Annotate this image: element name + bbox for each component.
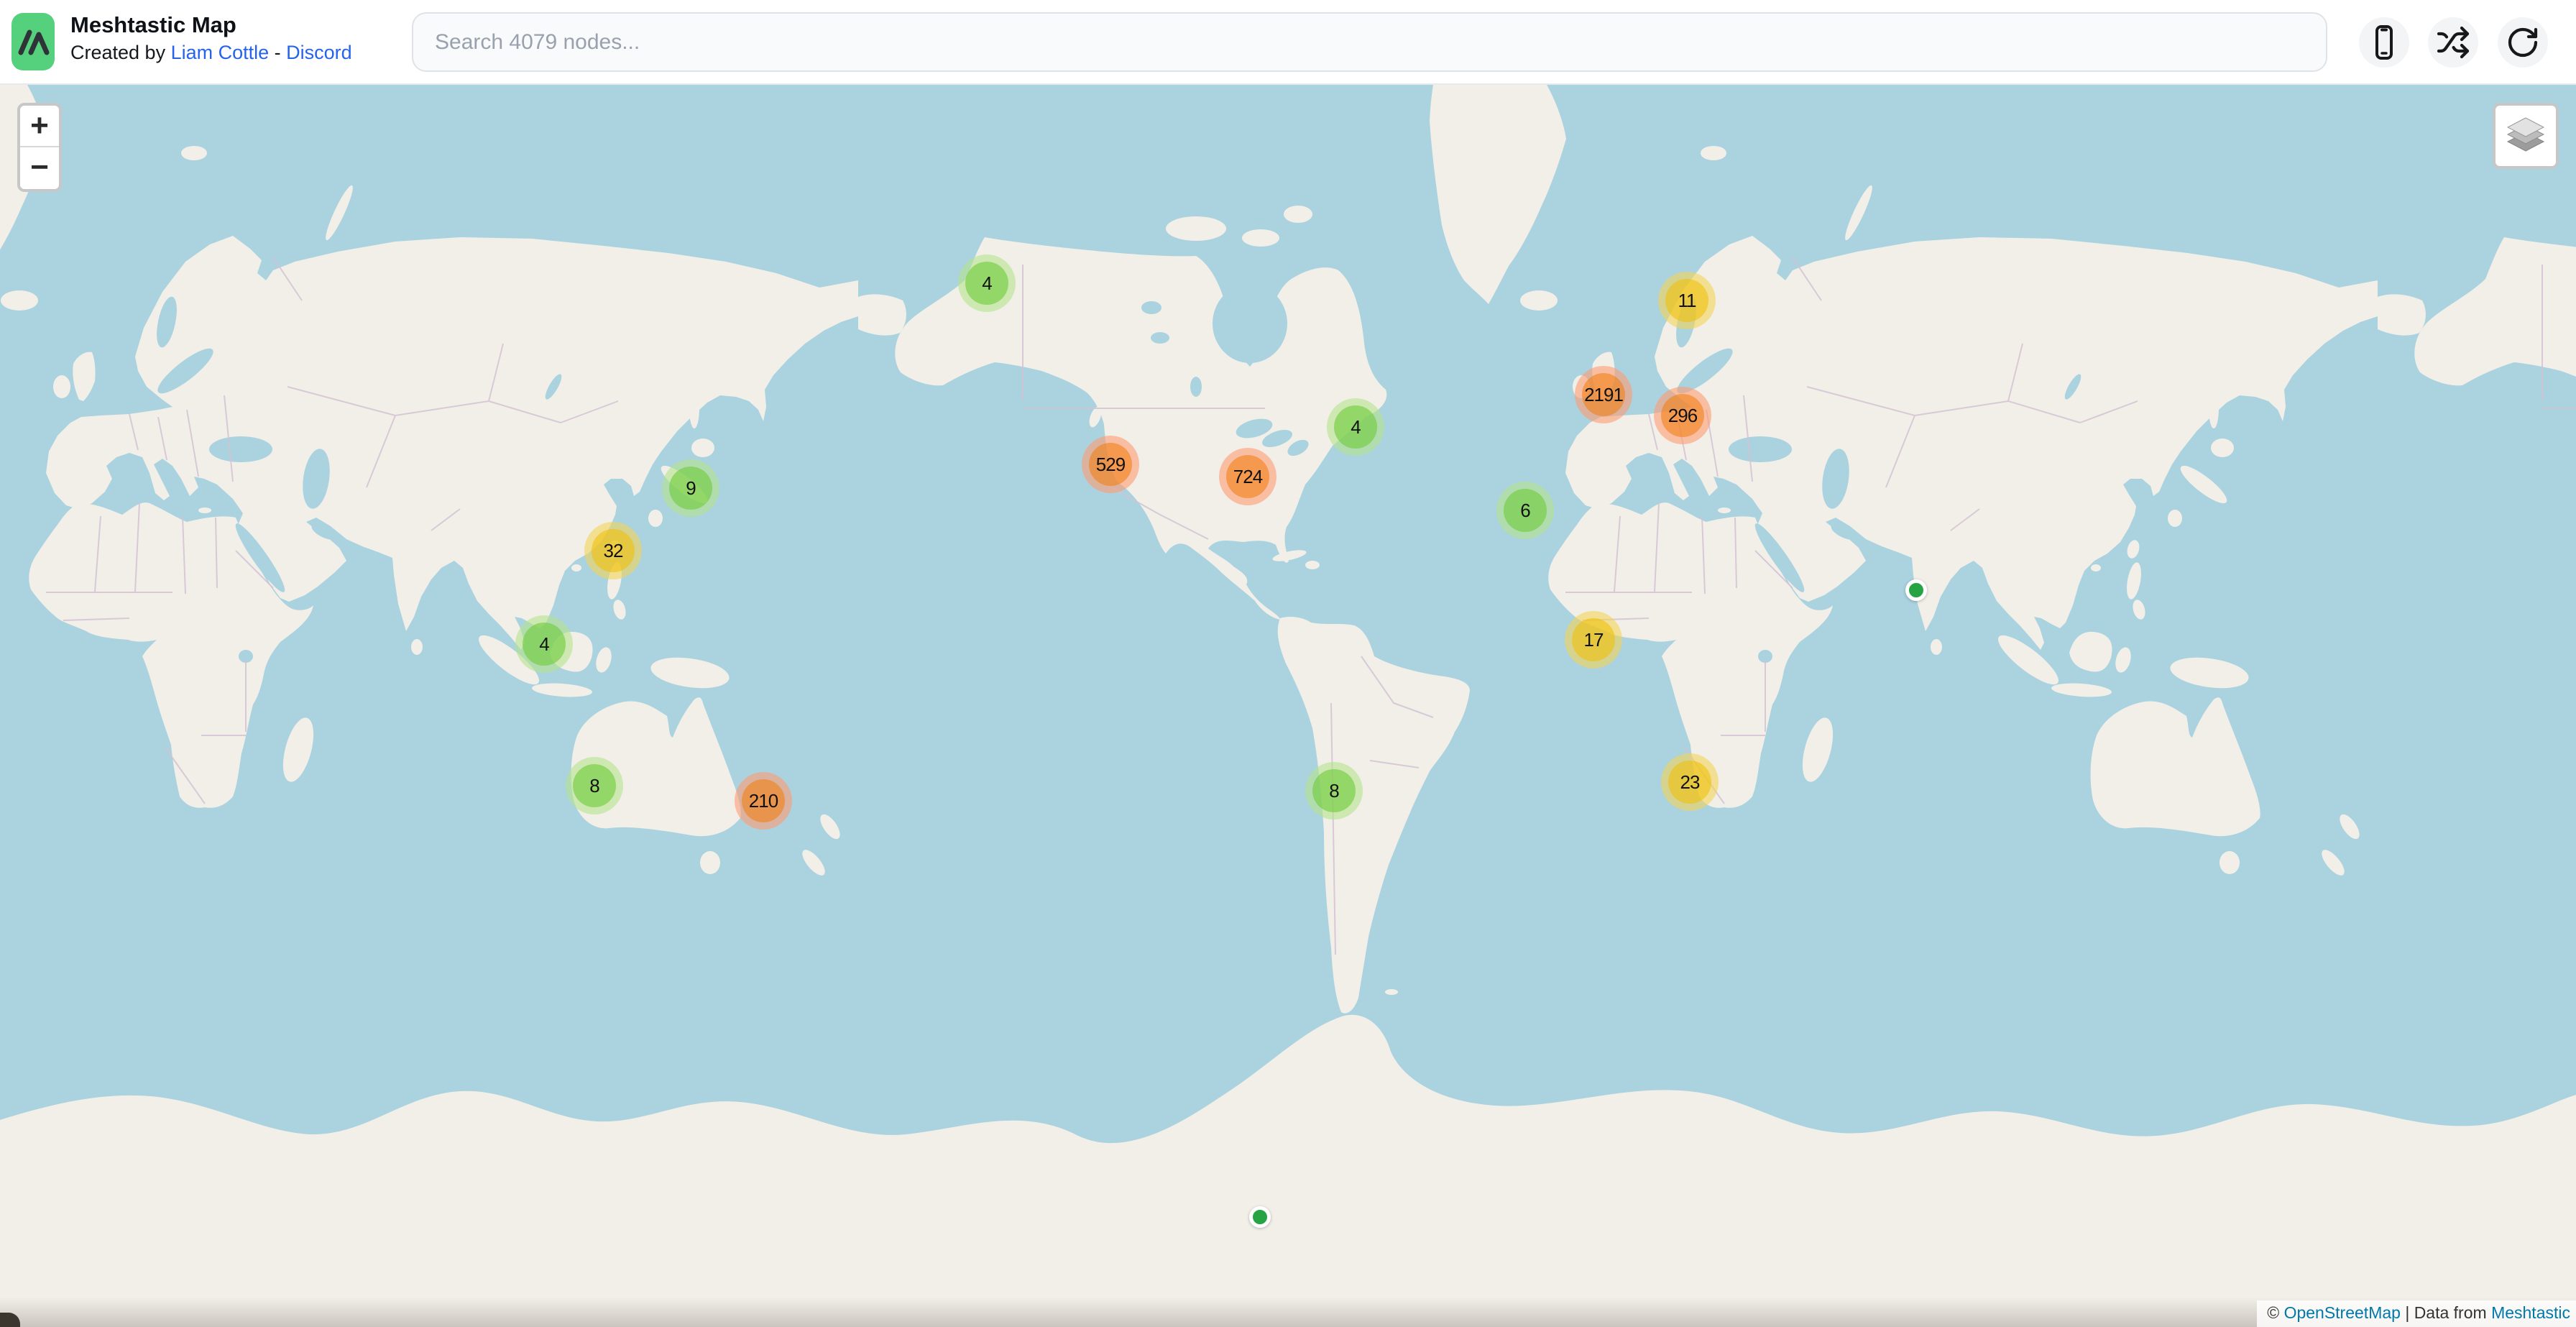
cluster-marker-inner: 8 bbox=[573, 764, 616, 807]
cluster-marker-inner: 32 bbox=[592, 529, 635, 572]
cluster-marker[interactable]: 4 bbox=[515, 615, 573, 673]
cluster-count: 8 bbox=[1329, 780, 1338, 802]
cluster-count: 9 bbox=[686, 477, 695, 500]
cluster-marker[interactable]: 296 bbox=[1654, 387, 1711, 444]
phone-icon bbox=[2359, 17, 2409, 68]
cluster-marker[interactable]: 8 bbox=[566, 757, 623, 814]
subtitle-separator: - bbox=[269, 42, 286, 63]
cluster-count: 11 bbox=[1678, 290, 1696, 312]
cluster-marker-inner: 529 bbox=[1089, 443, 1132, 486]
cluster-count: 8 bbox=[589, 775, 599, 797]
layers-control[interactable] bbox=[2493, 103, 2559, 169]
mobile-app-button[interactable] bbox=[2359, 17, 2409, 68]
cluster-count: 296 bbox=[1668, 405, 1697, 427]
cluster-count: 17 bbox=[1584, 629, 1604, 651]
cluster-count: 4 bbox=[539, 633, 548, 656]
cluster-marker-inner: 4 bbox=[523, 623, 566, 666]
attribution-middle: | Data from bbox=[2401, 1303, 2491, 1322]
refresh-icon bbox=[2498, 17, 2548, 68]
refresh-button[interactable] bbox=[2498, 17, 2548, 68]
cluster-marker[interactable]: 32 bbox=[584, 522, 642, 579]
cluster-marker[interactable]: 11 bbox=[1658, 272, 1716, 329]
cluster-marker[interactable]: 210 bbox=[735, 772, 792, 830]
cluster-count: 32 bbox=[604, 540, 623, 562]
cluster-marker[interactable]: 4 bbox=[1327, 398, 1384, 456]
cluster-count: 4 bbox=[1351, 416, 1360, 438]
zoom-in-button[interactable]: + bbox=[20, 106, 59, 147]
cluster-marker[interactable]: 9 bbox=[662, 459, 719, 517]
cluster-count: 2191 bbox=[1584, 384, 1623, 406]
node-marker[interactable] bbox=[1249, 1206, 1271, 1228]
page-title: Meshtastic Map bbox=[70, 10, 352, 40]
cluster-marker-inner: 17 bbox=[1572, 618, 1615, 661]
search-input[interactable] bbox=[412, 12, 2327, 72]
cluster-marker-inner: 4 bbox=[965, 262, 1008, 305]
cluster-marker-inner: 23 bbox=[1668, 761, 1711, 804]
cluster-marker-inner: 296 bbox=[1661, 394, 1704, 437]
node-marker[interactable] bbox=[1905, 579, 1927, 601]
cluster-marker-inner: 724 bbox=[1226, 455, 1269, 498]
cluster-count: 210 bbox=[749, 790, 778, 812]
cluster-marker[interactable]: 17 bbox=[1565, 611, 1622, 669]
openstreetmap-link[interactable]: OpenStreetMap bbox=[2284, 1303, 2401, 1322]
cluster-marker-inner: 9 bbox=[669, 467, 712, 510]
cluster-marker[interactable]: 4 bbox=[958, 254, 1016, 312]
cluster-count: 23 bbox=[1680, 771, 1700, 794]
cluster-marker-inner: 11 bbox=[1665, 279, 1708, 322]
cluster-marker[interactable]: 724 bbox=[1219, 448, 1276, 505]
attribution: © OpenStreetMap | Data from Meshtastic bbox=[2257, 1300, 2576, 1327]
meshtastic-logo-icon bbox=[12, 13, 55, 70]
cluster-count: 4 bbox=[982, 272, 991, 295]
random-node-button[interactable] bbox=[2428, 17, 2478, 68]
cluster-marker-inner: 2191 bbox=[1582, 373, 1625, 416]
discord-link[interactable]: Discord bbox=[286, 42, 352, 63]
zoom-control: + − bbox=[17, 103, 62, 192]
attribution-copyright: © bbox=[2267, 1303, 2283, 1322]
title-block: Meshtastic Map Created by Liam Cottle - … bbox=[70, 10, 352, 65]
meshtastic-map-app: Meshtastic Map Created by Liam Cottle - … bbox=[0, 0, 2576, 1327]
cluster-marker[interactable]: 2191 bbox=[1575, 366, 1632, 423]
cluster-marker[interactable]: 8 bbox=[1305, 762, 1363, 819]
meshtastic-link[interactable]: Meshtastic bbox=[2491, 1303, 2570, 1322]
cluster-marker-inner: 8 bbox=[1312, 769, 1356, 812]
cluster-marker-inner: 4 bbox=[1334, 405, 1377, 449]
page-subtitle: Created by Liam Cottle - Discord bbox=[70, 40, 352, 65]
header: Meshtastic Map Created by Liam Cottle - … bbox=[0, 0, 2576, 85]
zoom-out-button[interactable]: − bbox=[20, 147, 59, 189]
layers-icon bbox=[2503, 115, 2548, 157]
cluster-marker[interactable]: 529 bbox=[1082, 436, 1139, 493]
cluster-count: 6 bbox=[1520, 500, 1530, 522]
creator-link[interactable]: Liam Cottle bbox=[171, 42, 270, 63]
cluster-marker[interactable]: 6 bbox=[1496, 482, 1554, 539]
meshtastic-logo bbox=[12, 13, 55, 70]
subtitle-prefix: Created by bbox=[70, 42, 171, 63]
cluster-count: 724 bbox=[1233, 466, 1262, 488]
cluster-marker-inner: 6 bbox=[1504, 489, 1547, 532]
cluster-marker[interactable]: 23 bbox=[1661, 753, 1719, 811]
marker-layer: 4 11 2191 296 529 724 4 9 32 6 4 17 8 210 8 23 bbox=[0, 0, 2576, 1327]
cluster-marker-inner: 210 bbox=[742, 779, 785, 822]
cluster-count: 529 bbox=[1096, 454, 1125, 476]
shuffle-icon bbox=[2428, 17, 2478, 68]
